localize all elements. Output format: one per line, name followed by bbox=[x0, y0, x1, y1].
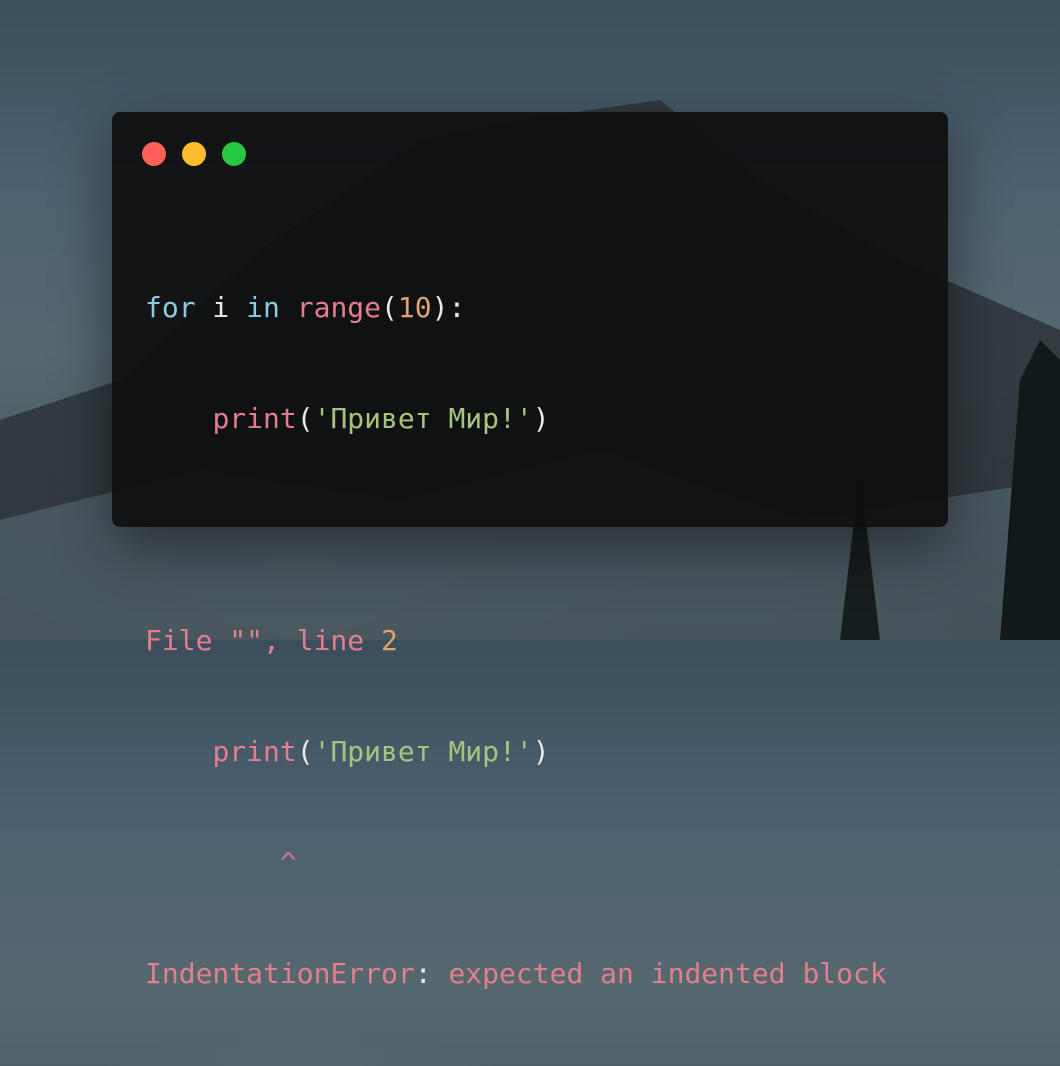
paren: ( bbox=[381, 291, 398, 324]
function-print: print bbox=[212, 735, 297, 768]
paren: ( bbox=[296, 735, 314, 768]
traceback-code-line: print('Привет Мир!') bbox=[145, 733, 887, 770]
traceback-file-text: File "", line bbox=[145, 624, 382, 657]
function-range: range bbox=[296, 291, 382, 324]
loop-variable: i bbox=[195, 291, 247, 324]
keyword-for: for bbox=[145, 291, 196, 324]
error-message: expected an indented block bbox=[448, 957, 887, 990]
error-caret: ^ bbox=[279, 846, 297, 879]
error-message-line: IndentationError: expected an indented b… bbox=[145, 955, 887, 992]
keyword-in: in bbox=[246, 291, 280, 324]
string-literal: 'Привет Мир!' bbox=[313, 402, 533, 435]
code-line-2: print('Привет Мир!') bbox=[145, 400, 887, 437]
function-print: print bbox=[212, 402, 297, 435]
minimize-button[interactable] bbox=[182, 142, 206, 166]
paren: ) bbox=[532, 402, 550, 435]
traceback-file-line: File "", line 2 bbox=[145, 622, 887, 659]
paren: ) bbox=[532, 735, 550, 768]
string-literal: 'Привет Мир!' bbox=[313, 735, 533, 768]
code-line-1: for i in range(10): bbox=[145, 289, 887, 326]
paren-colon: ): bbox=[431, 291, 466, 324]
paren: ( bbox=[296, 402, 314, 435]
separator: : bbox=[414, 957, 449, 990]
caret-line: ^ bbox=[145, 844, 887, 881]
code-block: for i in range(10): print('Привет Мир!')… bbox=[145, 215, 887, 1066]
line-number: 2 bbox=[381, 624, 398, 657]
number-literal: 10 bbox=[397, 291, 432, 324]
close-button[interactable] bbox=[142, 142, 166, 166]
maximize-button[interactable] bbox=[222, 142, 246, 166]
error-name: IndentationError bbox=[145, 957, 415, 990]
code-window: for i in range(10): print('Привет Мир!')… bbox=[112, 112, 948, 990]
